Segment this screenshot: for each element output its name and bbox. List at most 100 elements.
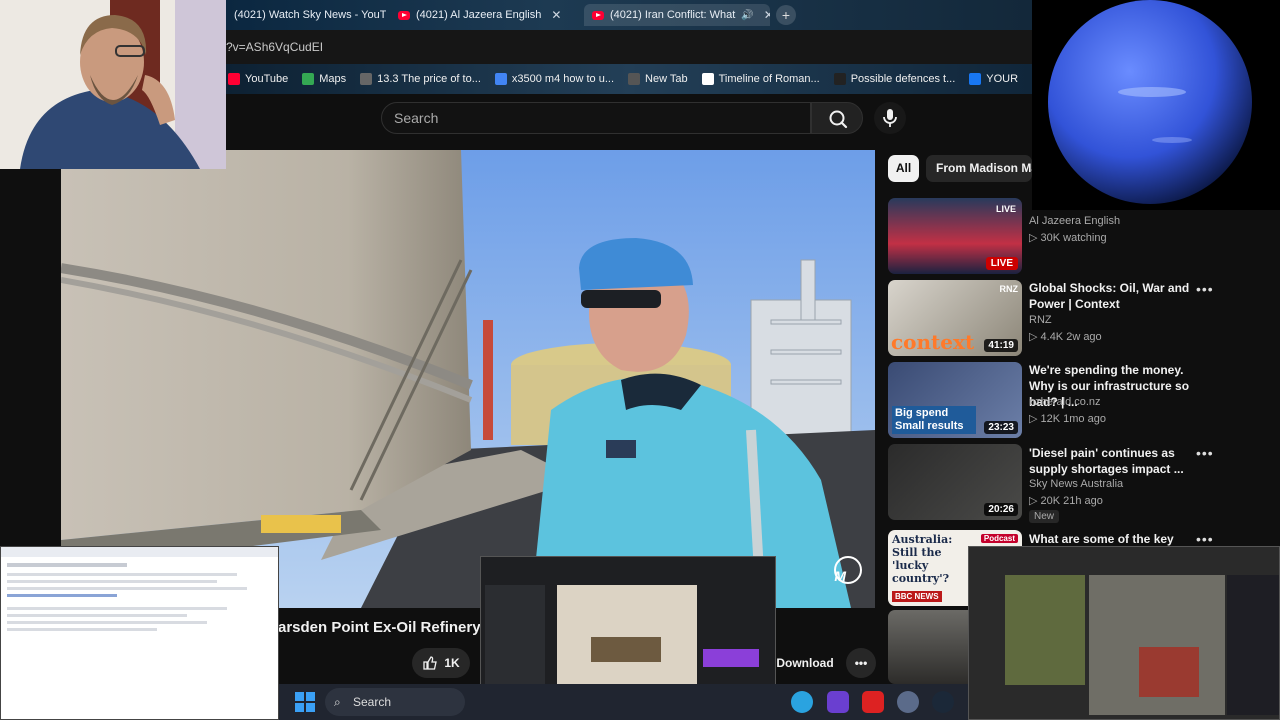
bookmark-label: Timeline of Roman... bbox=[718, 73, 820, 85]
page-icon bbox=[360, 73, 373, 85]
thumbs-up-icon bbox=[423, 656, 438, 670]
app-icon[interactable] bbox=[827, 691, 849, 713]
bookmark-label: Maps bbox=[319, 73, 347, 85]
video-thumbnail[interactable]: Big spend Small results 23:23 bbox=[888, 362, 1022, 438]
youtube-icon bbox=[228, 73, 240, 85]
view-count: 12K 1mo ago bbox=[1040, 413, 1106, 425]
bookmarks-bar: YouTube Maps 13.3 The price of to... x3500 … bbox=[226, 64, 1110, 94]
tab-iran-conflict[interactable]: (4021) Iran Conflict: What 🔊 ✕ bbox=[584, 4, 770, 26]
view-count: 30K watching bbox=[1040, 232, 1107, 244]
view-meta: ▷ 12K 1mo ago bbox=[1029, 413, 1106, 425]
bookmark-item[interactable]: YouTube bbox=[228, 73, 288, 85]
youtube-icon bbox=[592, 10, 604, 20]
taskbar-search[interactable]: ⌕ Search bbox=[325, 688, 465, 716]
view-count: 4.4K 2w ago bbox=[1040, 331, 1102, 343]
bookmark-item[interactable]: Maps bbox=[302, 73, 346, 85]
more-icon: ••• bbox=[854, 656, 868, 670]
bookmark-item[interactable]: x3500 m4 how to u... bbox=[494, 73, 615, 85]
video-player[interactable]: M bbox=[61, 150, 875, 608]
tab-title: (4021) Al Jazeera English bbox=[416, 9, 542, 21]
game-window-overlay bbox=[968, 546, 1280, 720]
address-bar[interactable]: ?v=ASh6VqCudEI bbox=[226, 30, 1032, 64]
telegram-icon[interactable] bbox=[791, 691, 813, 713]
video-title: arsden Point Ex-Oil Refinery bbox=[278, 619, 481, 636]
chip-from-channel[interactable]: From Madison Mal bbox=[926, 155, 1032, 182]
more-options-icon[interactable]: ••• bbox=[1196, 531, 1214, 547]
bookmark-item[interactable]: New Tab bbox=[628, 73, 688, 85]
more-options-icon[interactable]: ••• bbox=[1196, 281, 1214, 297]
bookmark-label: Possible defences t... bbox=[850, 73, 956, 85]
bookmark-label: YouTube bbox=[245, 73, 289, 85]
view-count: 20K 21h ago bbox=[1040, 495, 1103, 507]
thumbnail-text: context bbox=[891, 330, 975, 354]
download-label: Download bbox=[776, 656, 834, 670]
microphone-icon bbox=[883, 109, 897, 127]
tab-sky-news[interactable]: (4021) Watch Sky News - YouTu ✕ bbox=[226, 4, 386, 26]
video-thumbnail[interactable]: LIVE LIVE bbox=[888, 198, 1022, 274]
bookmark-item[interactable]: YOUR bbox=[969, 73, 1018, 85]
tab-al-jazeera[interactable]: (4021) Al Jazeera English ✕ bbox=[390, 4, 578, 26]
document-window-overlay bbox=[0, 546, 279, 720]
chip-all[interactable]: All bbox=[888, 155, 919, 182]
bookmark-item[interactable]: Possible defences t... bbox=[833, 73, 956, 85]
voice-search-button[interactable] bbox=[874, 102, 906, 134]
settings-icon[interactable] bbox=[897, 691, 919, 713]
bookmark-label: YOUR bbox=[986, 73, 1019, 85]
like-count: 1K bbox=[444, 656, 460, 670]
new-badge: New bbox=[1029, 510, 1060, 523]
like-button[interactable]: 1K bbox=[412, 648, 470, 678]
video-frame bbox=[61, 150, 875, 608]
video-title-link[interactable]: Global Shocks: Oil, War and Power | Cont… bbox=[1029, 280, 1199, 312]
live-badge: LIVE bbox=[985, 257, 1018, 270]
video-title-link[interactable]: What are some of the key bbox=[1029, 531, 1199, 547]
taskbar: ⌕ Search bbox=[279, 684, 968, 720]
channel-watermark: M bbox=[834, 568, 846, 584]
video-title-link[interactable]: 'Diesel pain' continues as supply shorta… bbox=[1029, 445, 1199, 477]
channel-name[interactable]: nzherald.co.nz bbox=[1029, 396, 1101, 408]
acrobat-icon[interactable] bbox=[862, 691, 884, 713]
taskbar-search-label: Search bbox=[353, 695, 392, 709]
speaker-icon: 🔊 bbox=[741, 9, 754, 21]
video-thumbnail[interactable]: 20:26 bbox=[888, 444, 1022, 520]
new-tab-button[interactable]: + bbox=[776, 5, 796, 25]
maps-icon bbox=[302, 73, 315, 85]
channel-name[interactable]: RNZ bbox=[1029, 314, 1052, 326]
steam-icon[interactable] bbox=[932, 691, 954, 713]
tab-strip: (4021) Watch Sky News - YouTu ✕ (4021) A… bbox=[226, 0, 1032, 30]
cl-icon bbox=[833, 73, 846, 85]
close-tab-icon[interactable]: ✕ bbox=[551, 8, 561, 22]
facebook-icon bbox=[969, 73, 982, 85]
view-meta: ▷ 30K watching bbox=[1029, 232, 1107, 244]
close-tab-icon[interactable]: ✕ bbox=[764, 8, 770, 22]
video-duration: 41:19 bbox=[984, 339, 1018, 352]
wikipedia-icon bbox=[701, 73, 714, 85]
search-button[interactable] bbox=[811, 102, 863, 134]
live-badge: LIVE bbox=[995, 204, 1016, 214]
channel-name[interactable]: Al Jazeera English bbox=[1029, 215, 1120, 227]
search-input[interactable]: Search bbox=[381, 102, 811, 134]
more-options-icon[interactable]: ••• bbox=[1196, 445, 1214, 461]
bookmark-item[interactable]: 13.3 The price of to... bbox=[360, 73, 481, 85]
youtube-header: Search bbox=[226, 94, 1032, 150]
video-thumbnail[interactable]: context RNZ 41:19 bbox=[888, 280, 1022, 356]
tab-title: (4021) Watch Sky News - YouTu bbox=[234, 9, 386, 21]
video-duration: 20:26 bbox=[984, 503, 1018, 516]
bbc-news-logo: BBC NEWS bbox=[892, 591, 942, 602]
bookmark-item[interactable]: Timeline of Roman... bbox=[701, 73, 820, 85]
bookmark-label: 13.3 The price of to... bbox=[377, 73, 481, 85]
url-text: ?v=ASh6VqCudEI bbox=[226, 40, 324, 54]
more-actions-button[interactable]: ••• bbox=[846, 648, 876, 678]
youtube-icon bbox=[398, 10, 410, 20]
bookmark-label: New Tab bbox=[645, 73, 688, 85]
view-meta: ▷ 20K 21h ago bbox=[1029, 495, 1103, 507]
podcast-badge: Podcast bbox=[980, 534, 1018, 543]
bookmark-label: x3500 m4 how to u... bbox=[511, 73, 615, 85]
download-button[interactable]: Download bbox=[772, 648, 838, 678]
newtab-icon bbox=[628, 73, 641, 85]
video-duration: 23:23 bbox=[984, 421, 1018, 434]
rnz-badge: RNZ bbox=[999, 284, 1019, 294]
thumbnail-text: Big spend Small results bbox=[892, 406, 976, 434]
channel-name[interactable]: Sky News Australia bbox=[1029, 478, 1123, 490]
windows-start-icon[interactable] bbox=[295, 692, 315, 712]
google-icon bbox=[494, 73, 507, 85]
